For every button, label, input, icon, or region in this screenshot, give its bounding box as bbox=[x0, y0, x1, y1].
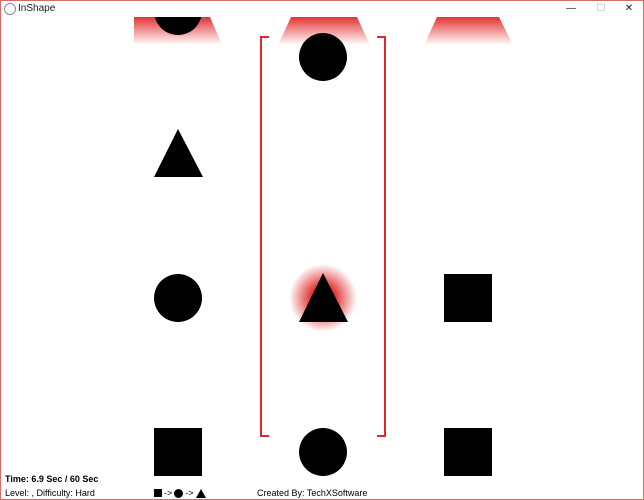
app-window: InShape — ☐ ✕ Time: 6.9 Sec / 60 Sec Lev… bbox=[0, 0, 644, 500]
lane-bracket-right bbox=[377, 36, 386, 437]
falling-square bbox=[444, 274, 492, 322]
shape-order-legend: -> -> bbox=[154, 488, 206, 498]
falling-triangle bbox=[154, 129, 203, 177]
level-difficulty-label: Level: , Difficulty: Hard bbox=[5, 488, 95, 498]
title-bar: InShape — ☐ ✕ bbox=[1, 1, 643, 17]
falling-circle bbox=[154, 274, 202, 322]
credit-label: Created By: TechXSoftware bbox=[257, 488, 368, 498]
legend-arrow: -> bbox=[185, 488, 194, 498]
spawn-pad-right bbox=[424, 17, 513, 45]
falling-circle bbox=[299, 428, 347, 476]
falling-square bbox=[154, 428, 202, 476]
app-icon bbox=[4, 3, 16, 15]
game-board[interactable] bbox=[1, 1, 643, 499]
close-button[interactable]: ✕ bbox=[615, 1, 643, 17]
circle-icon bbox=[174, 488, 184, 498]
lane-bracket-left bbox=[260, 36, 269, 437]
falling-circle bbox=[299, 33, 347, 81]
minimize-button[interactable]: — bbox=[557, 1, 585, 17]
legend-arrow: -> bbox=[164, 488, 173, 498]
time-readout: Time: 6.9 Sec / 60 Sec bbox=[5, 474, 99, 484]
square-icon bbox=[154, 489, 162, 497]
maximize-button[interactable]: ☐ bbox=[587, 1, 615, 17]
triangle-icon bbox=[195, 488, 206, 498]
window-title: InShape bbox=[18, 3, 56, 14]
falling-square bbox=[444, 428, 492, 476]
